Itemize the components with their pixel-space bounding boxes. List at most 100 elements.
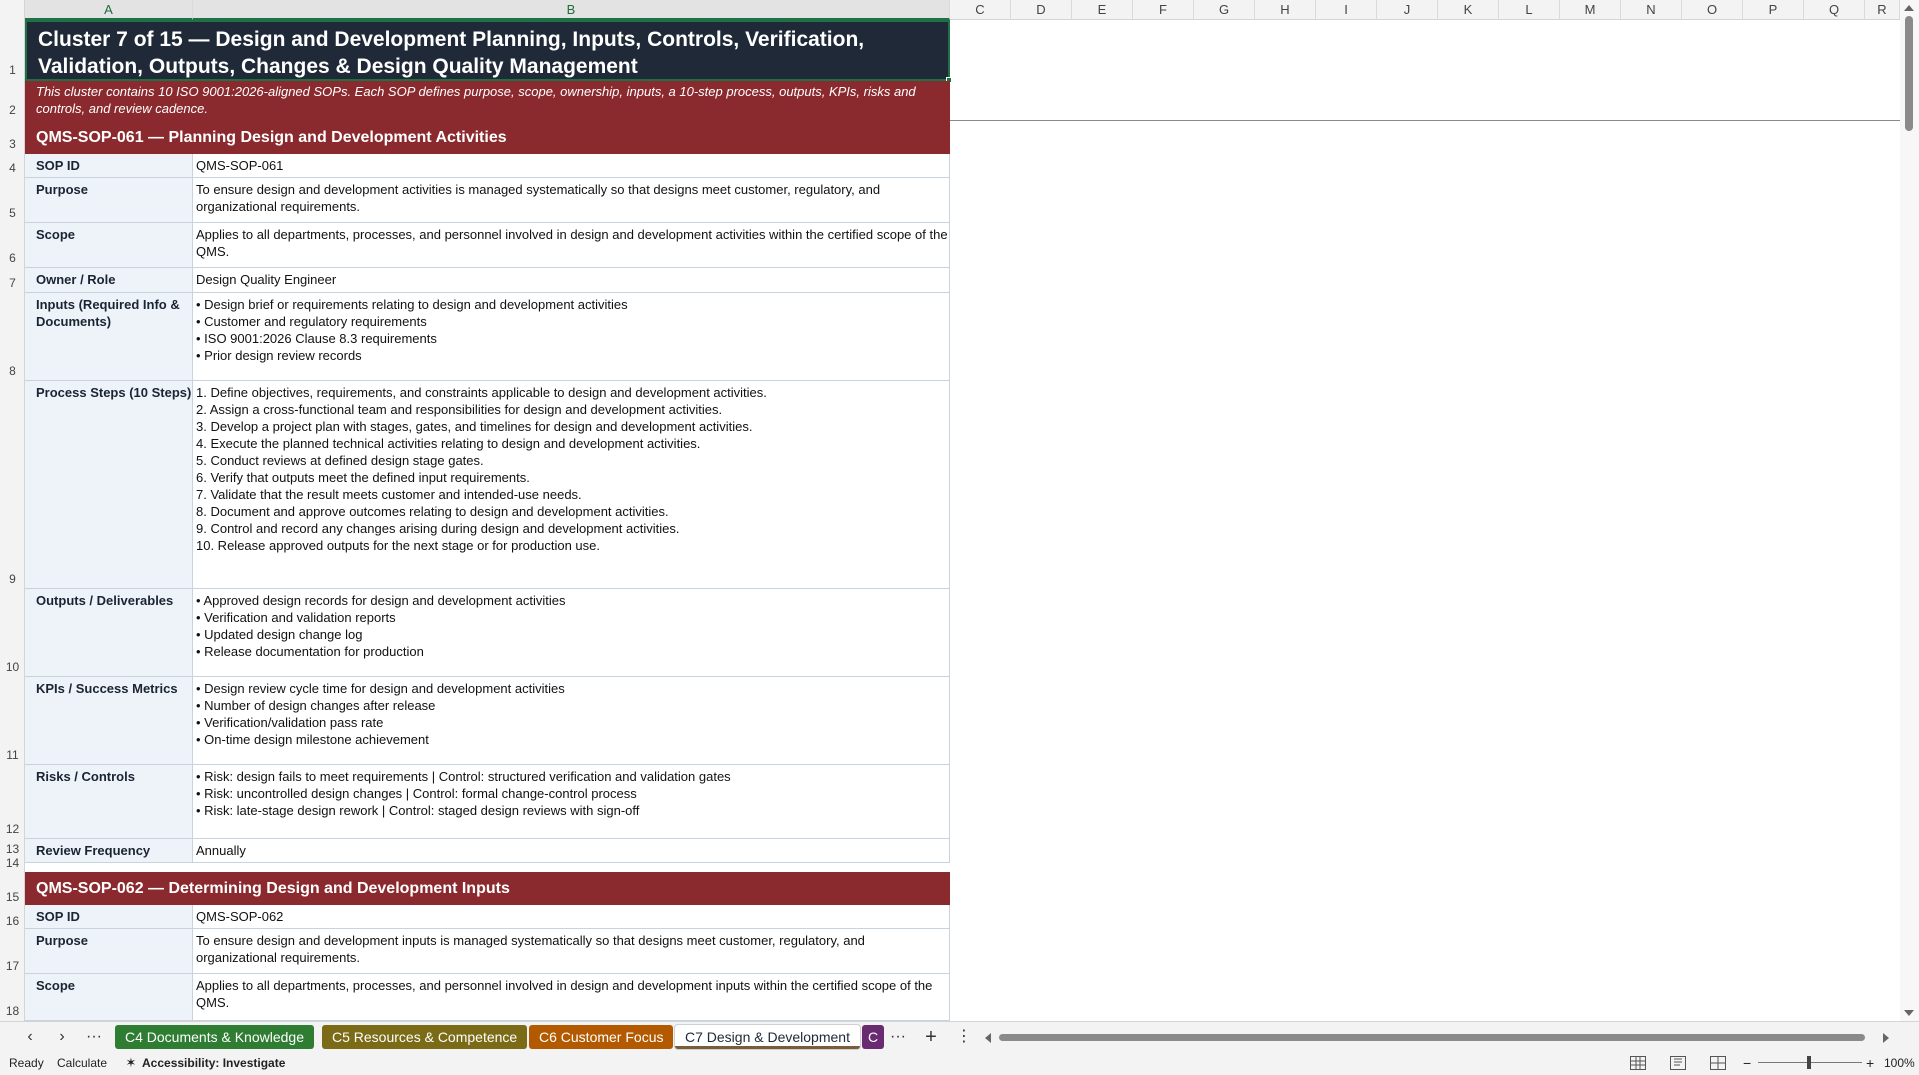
- page-layout-icon[interactable]: [1670, 1056, 1686, 1070]
- sop-061-outputs-label[interactable]: Outputs / Deliverables: [25, 589, 193, 677]
- scroll-down-icon[interactable]: [1904, 1010, 1914, 1016]
- column-header-m[interactable]: M: [1560, 0, 1621, 20]
- accessibility-icon[interactable]: ✶: [123, 1051, 139, 1075]
- column-header-e[interactable]: E: [1072, 0, 1133, 20]
- horizontal-scrollbar[interactable]: [985, 1030, 1889, 1044]
- sop-061-review-value[interactable]: Annually: [193, 839, 950, 863]
- cluster-title-cell[interactable]: Cluster 7 of 15 — Design and Development…: [25, 20, 950, 81]
- column-header-k[interactable]: K: [1438, 0, 1499, 20]
- row-header-7[interactable]: 7: [0, 276, 25, 290]
- column-header-b[interactable]: B: [193, 0, 950, 20]
- sop-061-scope-label[interactable]: Scope: [25, 223, 193, 268]
- sop-061-purpose-label[interactable]: Purpose: [25, 178, 193, 223]
- row-header-15[interactable]: 15: [0, 890, 25, 904]
- zoom-level[interactable]: 100%: [1884, 1051, 1915, 1075]
- sop-061-inputs-value[interactable]: • Design brief or requirements relating …: [193, 293, 950, 381]
- row-header-1[interactable]: 1: [0, 63, 25, 77]
- column-header-l[interactable]: L: [1499, 0, 1560, 20]
- add-sheet-icon[interactable]: +: [917, 1022, 945, 1052]
- column-header-n[interactable]: N: [1621, 0, 1682, 20]
- sop-061-purpose-value[interactable]: To ensure design and development activit…: [193, 178, 950, 223]
- sop-062-purpose-label[interactable]: Purpose: [25, 929, 193, 974]
- sop-062-purpose-value[interactable]: To ensure design and development inputs …: [193, 929, 950, 974]
- status-bar: Ready Calculate ✶ Accessibility: Investi…: [0, 1051, 1919, 1075]
- sheet-tab-c5[interactable]: C5 Resources & Competence: [322, 1025, 528, 1049]
- vertical-scrollbar[interactable]: [1900, 0, 1919, 1021]
- sop-061-id-value[interactable]: QMS-SOP-061: [193, 154, 950, 178]
- row-header-4[interactable]: 4: [0, 161, 25, 175]
- column-header-i[interactable]: I: [1316, 0, 1377, 20]
- scroll-right-icon[interactable]: [1883, 1033, 1889, 1043]
- sop-061-header[interactable]: QMS-SOP-061 — Planning Design and Develo…: [25, 121, 950, 154]
- column-header-h[interactable]: H: [1255, 0, 1316, 20]
- sop-061-risks-label[interactable]: Risks / Controls: [25, 765, 193, 839]
- sop-062-header[interactable]: QMS-SOP-062 — Determining Design and Dev…: [25, 872, 950, 905]
- sop-062-id-value[interactable]: QMS-SOP-062: [193, 905, 950, 929]
- row-header-3[interactable]: 3: [0, 137, 25, 151]
- sop-061-outputs-value[interactable]: • Approved design records for design and…: [193, 589, 950, 677]
- scroll-up-icon[interactable]: [1904, 5, 1914, 11]
- spreadsheet-window: A B C D E F G H I J K L M N O P Q R 1 2 …: [0, 0, 1919, 1075]
- sheet-tab-c8-partial[interactable]: C: [862, 1025, 884, 1049]
- sop-061-inputs-label[interactable]: Inputs (Required Info & Documents): [25, 293, 193, 381]
- accessibility-status[interactable]: Accessibility: Investigate: [142, 1051, 285, 1075]
- sheet-options-icon[interactable]: ⋮: [950, 1022, 978, 1052]
- next-sheet-icon[interactable]: ›: [48, 1022, 76, 1052]
- column-header-bar: A B C D E F G H I J K L M N O P Q R: [0, 0, 1900, 20]
- column-header-j[interactable]: J: [1377, 0, 1438, 20]
- row-header-18[interactable]: 18: [0, 1004, 25, 1018]
- sop-061-kpis-value[interactable]: • Design review cycle time for design an…: [193, 677, 950, 765]
- sop-061-kpis-label[interactable]: KPIs / Success Metrics: [25, 677, 193, 765]
- sop-061-risks-value[interactable]: • Risk: design fails to meet requirement…: [193, 765, 950, 839]
- sheet-tab-c4[interactable]: C4 Documents & Knowledge: [115, 1025, 314, 1049]
- horizontal-scroll-thumb[interactable]: [999, 1034, 1865, 1041]
- sop-061-owner-value[interactable]: Design Quality Engineer: [193, 268, 950, 293]
- row-header-8[interactable]: 8: [0, 364, 25, 378]
- sop-062-id-label[interactable]: SOP ID: [25, 905, 193, 929]
- sheet-tab-c7-active[interactable]: C7 Design & Development: [675, 1025, 860, 1049]
- row-header-12[interactable]: 12: [0, 822, 25, 836]
- zoom-in-button[interactable]: +: [1866, 1051, 1874, 1075]
- sop-061-owner-label[interactable]: Owner / Role: [25, 268, 193, 293]
- column-header-c[interactable]: C: [950, 0, 1011, 20]
- vertical-scroll-thumb[interactable]: [1905, 16, 1913, 131]
- column-header-o[interactable]: O: [1682, 0, 1743, 20]
- select-all-corner[interactable]: [0, 0, 25, 20]
- row-header-2[interactable]: 2: [0, 103, 25, 117]
- row-header-5[interactable]: 5: [0, 206, 25, 220]
- normal-view-icon[interactable]: [1630, 1056, 1646, 1070]
- prev-sheet-icon[interactable]: ‹: [16, 1022, 44, 1052]
- sop-061-steps-label[interactable]: Process Steps (10 Steps): [25, 381, 193, 589]
- row-header-17[interactable]: 17: [0, 959, 25, 973]
- sheet-tab-c6[interactable]: C6 Customer Focus: [529, 1025, 674, 1049]
- zoom-slider-thumb[interactable]: [1807, 1056, 1811, 1069]
- calculate-button[interactable]: Calculate: [57, 1051, 107, 1075]
- row-header-14[interactable]: 14: [0, 856, 25, 870]
- column-header-d[interactable]: D: [1011, 0, 1072, 20]
- more-sheets-left-icon[interactable]: ···: [80, 1022, 108, 1052]
- scroll-left-icon[interactable]: [985, 1033, 991, 1043]
- column-header-g[interactable]: G: [1194, 0, 1255, 20]
- cell-grid[interactable]: Cluster 7 of 15 — Design and Development…: [25, 20, 1900, 1021]
- column-header-a[interactable]: A: [25, 0, 193, 20]
- column-header-p[interactable]: P: [1743, 0, 1804, 20]
- cluster-subtitle-cell[interactable]: This cluster contains 10 ISO 9001:2026-a…: [25, 81, 950, 121]
- sop-061-review-label[interactable]: Review Frequency: [25, 839, 193, 863]
- sop-062-scope-value[interactable]: Applies to all departments, processes, a…: [193, 974, 950, 1021]
- column-header-q[interactable]: Q: [1804, 0, 1865, 20]
- sop-061-id-label[interactable]: SOP ID: [25, 154, 193, 178]
- sop-061-steps-value[interactable]: 1. Define objectives, requirements, and …: [193, 381, 950, 589]
- row-header-9[interactable]: 9: [0, 572, 25, 586]
- sop-061-scope-value[interactable]: Applies to all departments, processes, a…: [193, 223, 950, 268]
- row-header-6[interactable]: 6: [0, 251, 25, 265]
- row-header-11[interactable]: 11: [0, 748, 25, 762]
- column-header-r[interactable]: R: [1865, 0, 1900, 20]
- row-header-10[interactable]: 10: [0, 660, 25, 674]
- column-header-f[interactable]: F: [1133, 0, 1194, 20]
- row-header-13[interactable]: 13: [0, 842, 25, 856]
- more-sheets-right-icon[interactable]: ···: [884, 1022, 912, 1052]
- sop-062-scope-label[interactable]: Scope: [25, 974, 193, 1021]
- row-header-16[interactable]: 16: [0, 914, 25, 928]
- page-break-icon[interactable]: [1710, 1056, 1726, 1070]
- zoom-out-button[interactable]: −: [1743, 1051, 1751, 1075]
